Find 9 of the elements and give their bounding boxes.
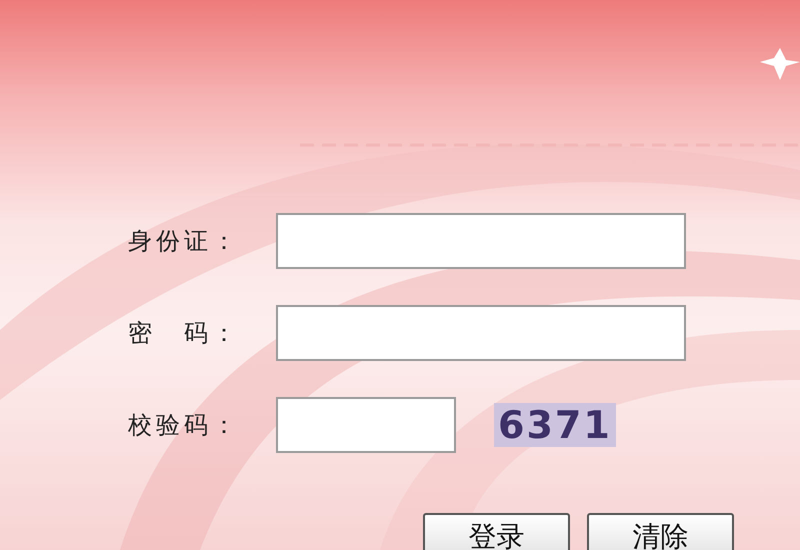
field-label: 身份证： <box>128 226 241 257</box>
clear-button[interactable]: 清除 <box>587 513 734 550</box>
captcha-input[interactable] <box>276 397 456 453</box>
login-button[interactable]: 登录 <box>423 513 570 550</box>
id-input[interactable] <box>276 213 686 269</box>
captcha-code: 6371 <box>494 403 616 447</box>
password-input[interactable] <box>276 305 686 361</box>
field-label: 密 码： <box>128 318 241 349</box>
field-label: 校验码： <box>128 410 241 441</box>
